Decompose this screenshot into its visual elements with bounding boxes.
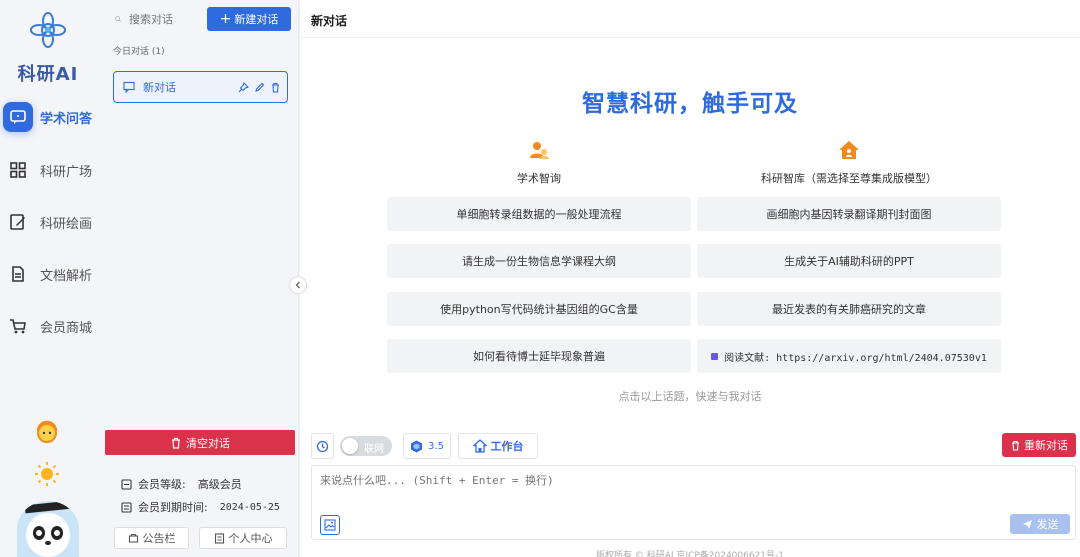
nav-label: 科研绘画 <box>40 216 93 232</box>
image-icon <box>324 519 336 531</box>
paint-icon <box>3 207 33 237</box>
grid-icon <box>3 155 33 185</box>
member-level-row: 会员等级: 高级会员 <box>121 476 242 492</box>
profile-icon <box>214 532 224 544</box>
send-icon <box>1022 519 1032 529</box>
toggle-label: 联网 <box>364 444 384 455</box>
new-chat-label: 新建对话 <box>234 13 279 26</box>
suggestion-item[interactable]: 如何看待博士延毕现象普遍 <box>387 339 691 373</box>
trash-icon[interactable] <box>270 82 281 93</box>
nav-item-academic-qa[interactable]: 学术问答 <box>0 97 97 137</box>
suggestion-item[interactable]: 请生成一份生物信息学课程大纲 <box>387 244 691 278</box>
new-chat-button[interactable]: + 新建对话 <box>207 7 291 31</box>
chat-sidebar: + 新建对话 今日对话 (1) 新对话 清空对话 会员等级: 高级会员 会员到期… <box>101 0 299 557</box>
nav-label: 学术问答 <box>40 111 93 127</box>
cart-icon <box>3 311 33 341</box>
col-right-title: 科研智库（需选择至尊集成版模型） <box>761 172 937 185</box>
trash-icon <box>1012 440 1019 451</box>
main-header: 新对话 <box>300 0 1080 38</box>
trash-icon <box>172 437 180 449</box>
expire-value: 2024-05-25 <box>219 501 280 513</box>
web-search-toggle[interactable]: 联网 <box>340 436 392 456</box>
search-box[interactable] <box>109 8 199 30</box>
search-input[interactable] <box>129 12 199 26</box>
nav-item-doc-parse[interactable]: 文档解析 <box>0 254 97 294</box>
model-icon <box>411 440 423 452</box>
nav-label: 文档解析 <box>40 268 93 284</box>
sun-icon[interactable] <box>32 459 62 489</box>
model-label: 3.5 <box>428 440 444 452</box>
workbench-label: 工作台 <box>490 440 524 453</box>
member-level-value: 高级会员 <box>197 478 242 491</box>
restart-chat-button[interactable]: 重新对话 <box>1002 433 1076 457</box>
model-selector[interactable]: 3.5 <box>403 433 451 459</box>
member-level-label: 会员等级: <box>138 478 186 491</box>
suggestion-item[interactable]: 最近发表的有关肺癌研究的文章 <box>697 292 1001 326</box>
edit-icon[interactable] <box>254 82 265 93</box>
chat-list-item[interactable]: 新对话 <box>113 71 288 103</box>
page-title: 新对话 <box>311 14 348 28</box>
message-input-box: 发送 <box>311 465 1076 540</box>
main-panel: 新对话 智慧科研，触手可及 学术智询 科研智库（需选择至尊集成版模型） 单细胞转… <box>300 0 1080 557</box>
nav-item-research-square[interactable]: 科研广场 <box>0 150 97 190</box>
home-icon <box>839 141 859 159</box>
brand-name: 科研AI <box>17 64 79 85</box>
hero-title: 智慧科研，触手可及 <box>582 91 798 117</box>
brand-mark-icon <box>30 12 66 48</box>
pin-icon[interactable] <box>238 81 249 93</box>
home-icon <box>472 439 487 453</box>
suggestion-item[interactable]: 生成关于AI辅助科研的PPT <box>697 244 1001 278</box>
history-button[interactable] <box>311 433 334 459</box>
upload-image-button[interactable] <box>320 515 340 535</box>
chevron-left-icon <box>295 281 300 289</box>
workbench-button[interactable]: 工作台 <box>458 433 538 459</box>
notice-board-button[interactable]: 公告栏 <box>114 527 189 549</box>
restart-chat-label: 重新对话 <box>1024 439 1068 452</box>
nav-label: 会员商城 <box>40 320 93 336</box>
suggestion-item[interactable]: 单细胞转录组数据的一般处理流程 <box>387 197 691 231</box>
document-icon <box>3 259 33 289</box>
suggestion-item[interactable]: 使用python写代码统计基因组的GC含量 <box>387 292 691 326</box>
badge-icon <box>121 478 132 490</box>
support-icon[interactable] <box>32 417 62 447</box>
expire-row: 会员到期时间: 2024-05-25 <box>121 499 280 515</box>
collapse-sidebar-button[interactable] <box>289 276 307 294</box>
suggestion-hint: 点击以上话题，快速与我对话 <box>618 390 762 403</box>
group-label: 今日对话 (1) <box>113 47 165 57</box>
clear-chats-label: 清空对话 <box>186 436 230 450</box>
send-label: 发送 <box>1036 518 1059 531</box>
send-button[interactable]: 发送 <box>1010 514 1070 534</box>
search-icon <box>115 16 121 22</box>
announcement-icon <box>128 533 138 543</box>
message-input[interactable] <box>320 472 1060 502</box>
col-left-title: 学术智询 <box>517 172 561 185</box>
profile-center-label: 个人中心 <box>228 532 273 545</box>
users-icon <box>530 142 549 159</box>
avatar[interactable] <box>17 501 79 557</box>
suggestion-item[interactable]: 画细胞内基因转录翻译期刊封面图 <box>697 197 1001 231</box>
doc-icon <box>711 352 719 360</box>
footer-copyright: 版权所有 © 科研AI 京ICP备2024006621号-1 <box>596 551 784 557</box>
chat-item-label: 新对话 <box>143 81 176 94</box>
clear-chats-button[interactable]: 清空对话 <box>105 430 295 455</box>
academic-query-heading: 学术智询 <box>387 139 691 186</box>
toggle-knob <box>342 438 358 454</box>
left-rail: 科研AI 学术问答 科研广场 科研绘画 文档解析 会员商城 <box>0 0 97 557</box>
notice-board-label: 公告栏 <box>142 532 176 545</box>
history-icon <box>316 440 329 452</box>
expire-label: 会员到期时间: <box>138 501 208 514</box>
calendar-icon <box>121 501 132 513</box>
suggestion-link-text: 阅读文献: https://arxiv.org/html/2404.07530v… <box>724 352 987 364</box>
message-icon <box>123 81 135 93</box>
profile-center-button[interactable]: 个人中心 <box>199 527 287 549</box>
research-library-heading: 科研智库（需选择至尊集成版模型） <box>697 139 1001 186</box>
input-toolbar: 联网 3.5 工作台 重新对话 <box>300 433 1080 459</box>
plus-icon: + <box>219 11 232 27</box>
nav-item-research-drawing[interactable]: 科研绘画 <box>0 202 97 242</box>
brand-logo[interactable]: 科研AI <box>12 10 84 86</box>
suggestion-item-link[interactable]: 阅读文献: https://arxiv.org/html/2404.07530v… <box>697 339 1001 373</box>
nav-item-member-shop[interactable]: 会员商城 <box>0 306 97 346</box>
chat-icon <box>3 102 33 132</box>
nav-label: 科研广场 <box>40 164 93 180</box>
